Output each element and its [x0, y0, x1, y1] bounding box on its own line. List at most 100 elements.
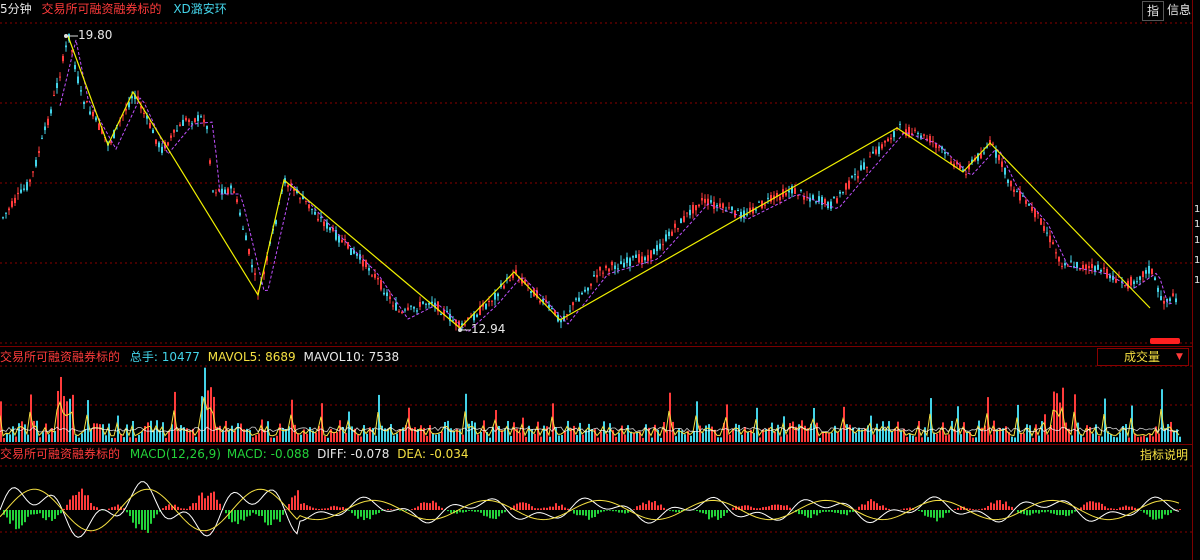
- volume-bar: [945, 435, 947, 442]
- candle-body: [308, 204, 310, 209]
- candle-body: [884, 140, 886, 143]
- macd-histogram-bar: [969, 508, 971, 510]
- candle-body: [1172, 293, 1174, 296]
- macd-histogram-bar: [1053, 510, 1055, 514]
- candle-body: [686, 212, 688, 214]
- volume-bar: [567, 420, 569, 442]
- candle-body: [620, 261, 622, 265]
- candle-body: [890, 137, 892, 140]
- candle-body: [1100, 269, 1102, 272]
- macd-histogram-bar: [270, 510, 272, 526]
- macd-histogram-bar: [771, 504, 773, 510]
- macd-value: -0.088: [270, 447, 310, 461]
- candle-body: [53, 95, 55, 97]
- low-price-label: 12.94: [471, 322, 506, 336]
- macd-histogram-bar: [333, 505, 335, 510]
- volume-bar: [1098, 435, 1100, 442]
- volume-bar: [753, 432, 755, 442]
- chart-canvas[interactable]: [0, 0, 1192, 560]
- volume-bar: [234, 430, 236, 442]
- candle-body: [599, 266, 601, 271]
- macd-histogram-bar: [1002, 504, 1004, 510]
- volume-bar: [156, 420, 158, 442]
- volume-bar: [1080, 434, 1082, 442]
- volume-bar: [1149, 433, 1151, 442]
- candle-body: [698, 204, 700, 207]
- candle-body: [863, 162, 865, 170]
- macd-histogram-bar: [732, 507, 734, 510]
- candle-body: [344, 239, 346, 241]
- macd-histogram-bar: [903, 508, 905, 510]
- macd-histogram-bar: [702, 510, 704, 514]
- right-axis-tick: 1: [1194, 255, 1200, 266]
- volume-bar: [618, 432, 620, 442]
- candle-body: [341, 239, 343, 243]
- macd-histogram-bar: [63, 508, 65, 510]
- candle-body: [800, 189, 802, 191]
- macd-histogram-bar: [918, 510, 920, 511]
- volume-bar: [1023, 433, 1025, 442]
- macd-histogram-bar: [141, 510, 143, 530]
- volume-bar: [891, 430, 893, 442]
- macd-histogram-bar: [1122, 506, 1124, 510]
- macd-histogram-bar: [621, 510, 623, 513]
- macd-histogram-bar: [978, 509, 980, 510]
- macd-histogram-bar: [186, 508, 188, 510]
- candle-body: [29, 179, 31, 182]
- volume-bar: [543, 425, 545, 442]
- candle-body: [5, 212, 7, 214]
- indicator-explain-button[interactable]: 指标说明: [1136, 446, 1192, 464]
- volume-bar: [828, 432, 830, 442]
- candle-body: [614, 265, 616, 269]
- volume-stock-name: 交易所可融资融券标的: [0, 350, 121, 364]
- macd-histogram-bar: [489, 510, 491, 519]
- candle-body: [1016, 191, 1018, 193]
- volume-bar: [168, 431, 170, 442]
- macd-histogram-bar: [75, 495, 77, 510]
- volume-bar: [420, 425, 422, 442]
- volume-bar: [705, 425, 707, 442]
- candle-body: [722, 203, 724, 209]
- candle-body: [173, 129, 175, 133]
- volume-bar: [207, 390, 209, 442]
- candle-body: [767, 197, 769, 199]
- macd-histogram-bar: [204, 498, 206, 510]
- volume-bar: [3, 437, 5, 442]
- macd-histogram-bar: [834, 510, 836, 513]
- candle-body: [1046, 232, 1048, 234]
- volume-bar: [39, 437, 41, 442]
- macd-histogram-bar: [930, 510, 932, 518]
- candle-body: [230, 185, 232, 189]
- volume-bar: [573, 425, 575, 442]
- macd-histogram-bar: [648, 500, 650, 510]
- current-price-marker: [1150, 338, 1180, 344]
- macd-histogram-bar: [192, 503, 194, 510]
- candle-body: [668, 231, 670, 237]
- candle-body: [143, 112, 145, 114]
- macd-histogram-bar: [699, 510, 701, 513]
- macd-histogram-bar: [432, 500, 434, 510]
- macd-histogram-bar: [207, 495, 209, 510]
- macd-histogram-bar: [1086, 502, 1088, 510]
- volume-bar: [993, 420, 995, 442]
- candle-body: [152, 129, 154, 134]
- volume-indicator-dropdown[interactable]: 成交量 ▼: [1097, 348, 1189, 366]
- candle-body: [629, 258, 631, 266]
- candle-body: [1064, 263, 1066, 266]
- candle-body: [665, 234, 667, 241]
- macd-histogram-bar: [291, 497, 293, 510]
- candle-body: [191, 123, 193, 125]
- macd-histogram-bar: [582, 510, 584, 516]
- candle-body: [209, 160, 211, 164]
- candle-body: [413, 306, 415, 309]
- volume-bar: [558, 435, 560, 442]
- candle-body: [653, 249, 655, 255]
- macd-histogram-bar: [492, 510, 494, 519]
- candle-body: [1031, 206, 1033, 211]
- macd-histogram-bar: [1155, 510, 1157, 520]
- macd-histogram-bar: [990, 502, 992, 510]
- candle-body: [23, 188, 25, 190]
- macd-histogram-bar: [1071, 510, 1073, 514]
- volume-bar: [240, 423, 242, 442]
- volume-bar: [120, 434, 122, 442]
